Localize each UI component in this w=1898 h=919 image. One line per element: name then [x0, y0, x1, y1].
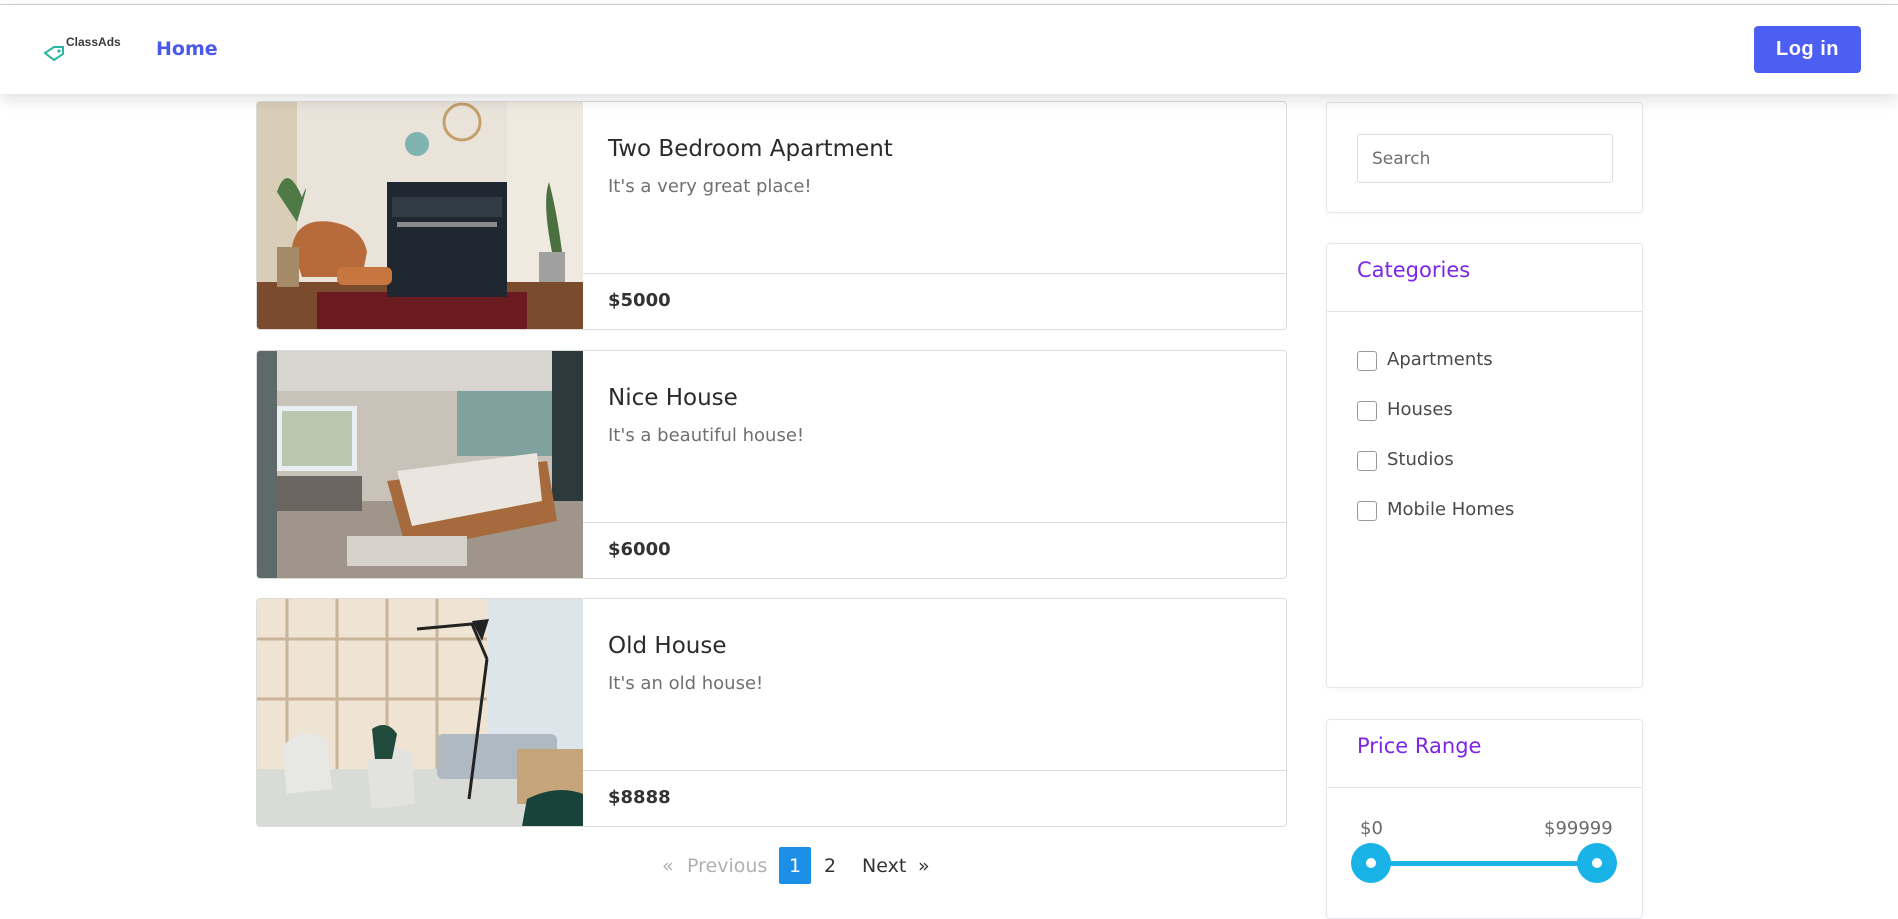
listing-image[interactable]: [257, 599, 583, 826]
listing-description: It's a very great place!: [608, 176, 812, 197]
brand-logo[interactable]: ClassAds: [42, 35, 132, 67]
price-range-title: Price Range: [1357, 734, 1482, 758]
price-min-value: $0: [1360, 818, 1383, 839]
listing-image[interactable]: [257, 351, 583, 578]
listing-price: $5000: [608, 290, 671, 311]
listing-image[interactable]: [257, 102, 583, 329]
listing-description: It's an old house!: [608, 673, 764, 694]
listing-price: $6000: [608, 539, 671, 560]
lounge-chairs-photo: [257, 599, 583, 826]
category-label: Mobile Homes: [1387, 498, 1515, 520]
divider: [1327, 787, 1642, 788]
price-min-handle[interactable]: [1351, 843, 1391, 883]
previous-page-link[interactable]: Previous: [687, 847, 767, 884]
listing-description: It's a beautiful house!: [608, 425, 805, 446]
checkbox[interactable]: [1357, 501, 1377, 521]
price-max-value: $99999: [1544, 818, 1613, 839]
search-panel: [1326, 102, 1643, 213]
next-page-link[interactable]: Next: [862, 847, 906, 884]
page-1-link[interactable]: 1: [779, 847, 811, 884]
listing-footer: $6000: [583, 522, 1286, 578]
price-slider-track[interactable]: [1371, 861, 1597, 866]
category-mobile-homes[interactable]: Mobile Homes: [1357, 496, 1514, 522]
page-2-link[interactable]: 2: [824, 847, 836, 884]
categories-title: Categories: [1357, 258, 1471, 282]
checkbox[interactable]: [1357, 351, 1377, 371]
category-label: Houses: [1387, 398, 1453, 420]
listing-card[interactable]: Old House It's an old house! $8888: [256, 598, 1287, 827]
checkbox[interactable]: [1357, 451, 1377, 471]
category-label: Apartments: [1387, 348, 1493, 370]
categories-panel: Categories Apartments Houses Studios Mob…: [1326, 243, 1643, 688]
login-button[interactable]: Log in: [1754, 26, 1861, 73]
category-label: Studios: [1387, 448, 1454, 470]
search-input[interactable]: [1357, 134, 1613, 183]
bedroom-photo: [257, 351, 583, 578]
listing-footer: $5000: [583, 273, 1286, 329]
logo-text: ClassAds: [66, 35, 121, 49]
listing-title[interactable]: Old House: [608, 633, 726, 659]
listing-title[interactable]: Two Bedroom Apartment: [608, 136, 893, 162]
price-max-handle[interactable]: [1577, 843, 1617, 883]
listing-card[interactable]: Nice House It's a beautiful house! $6000: [256, 350, 1287, 579]
tag-icon: [43, 46, 64, 62]
navbar: ClassAds Home Log in: [0, 5, 1898, 94]
category-studios[interactable]: Studios: [1357, 446, 1454, 472]
living-room-piano-photo: [257, 102, 583, 329]
checkbox[interactable]: [1357, 401, 1377, 421]
listing-title[interactable]: Nice House: [608, 385, 738, 411]
listing-footer: $8888: [583, 770, 1286, 826]
category-houses[interactable]: Houses: [1357, 396, 1453, 422]
next-arrow-icon: »: [918, 854, 930, 877]
listing-card[interactable]: Two Bedroom Apartment It's a very great …: [256, 101, 1287, 330]
prev-arrow-icon: «: [662, 854, 674, 877]
divider: [1327, 311, 1642, 312]
handle-dot: [1366, 858, 1376, 868]
category-apartments[interactable]: Apartments: [1357, 346, 1493, 372]
nav-home-link[interactable]: Home: [156, 38, 218, 60]
price-range-panel: Price Range $0 $99999: [1326, 719, 1643, 919]
handle-dot: [1592, 858, 1602, 868]
listing-price: $8888: [608, 787, 671, 808]
